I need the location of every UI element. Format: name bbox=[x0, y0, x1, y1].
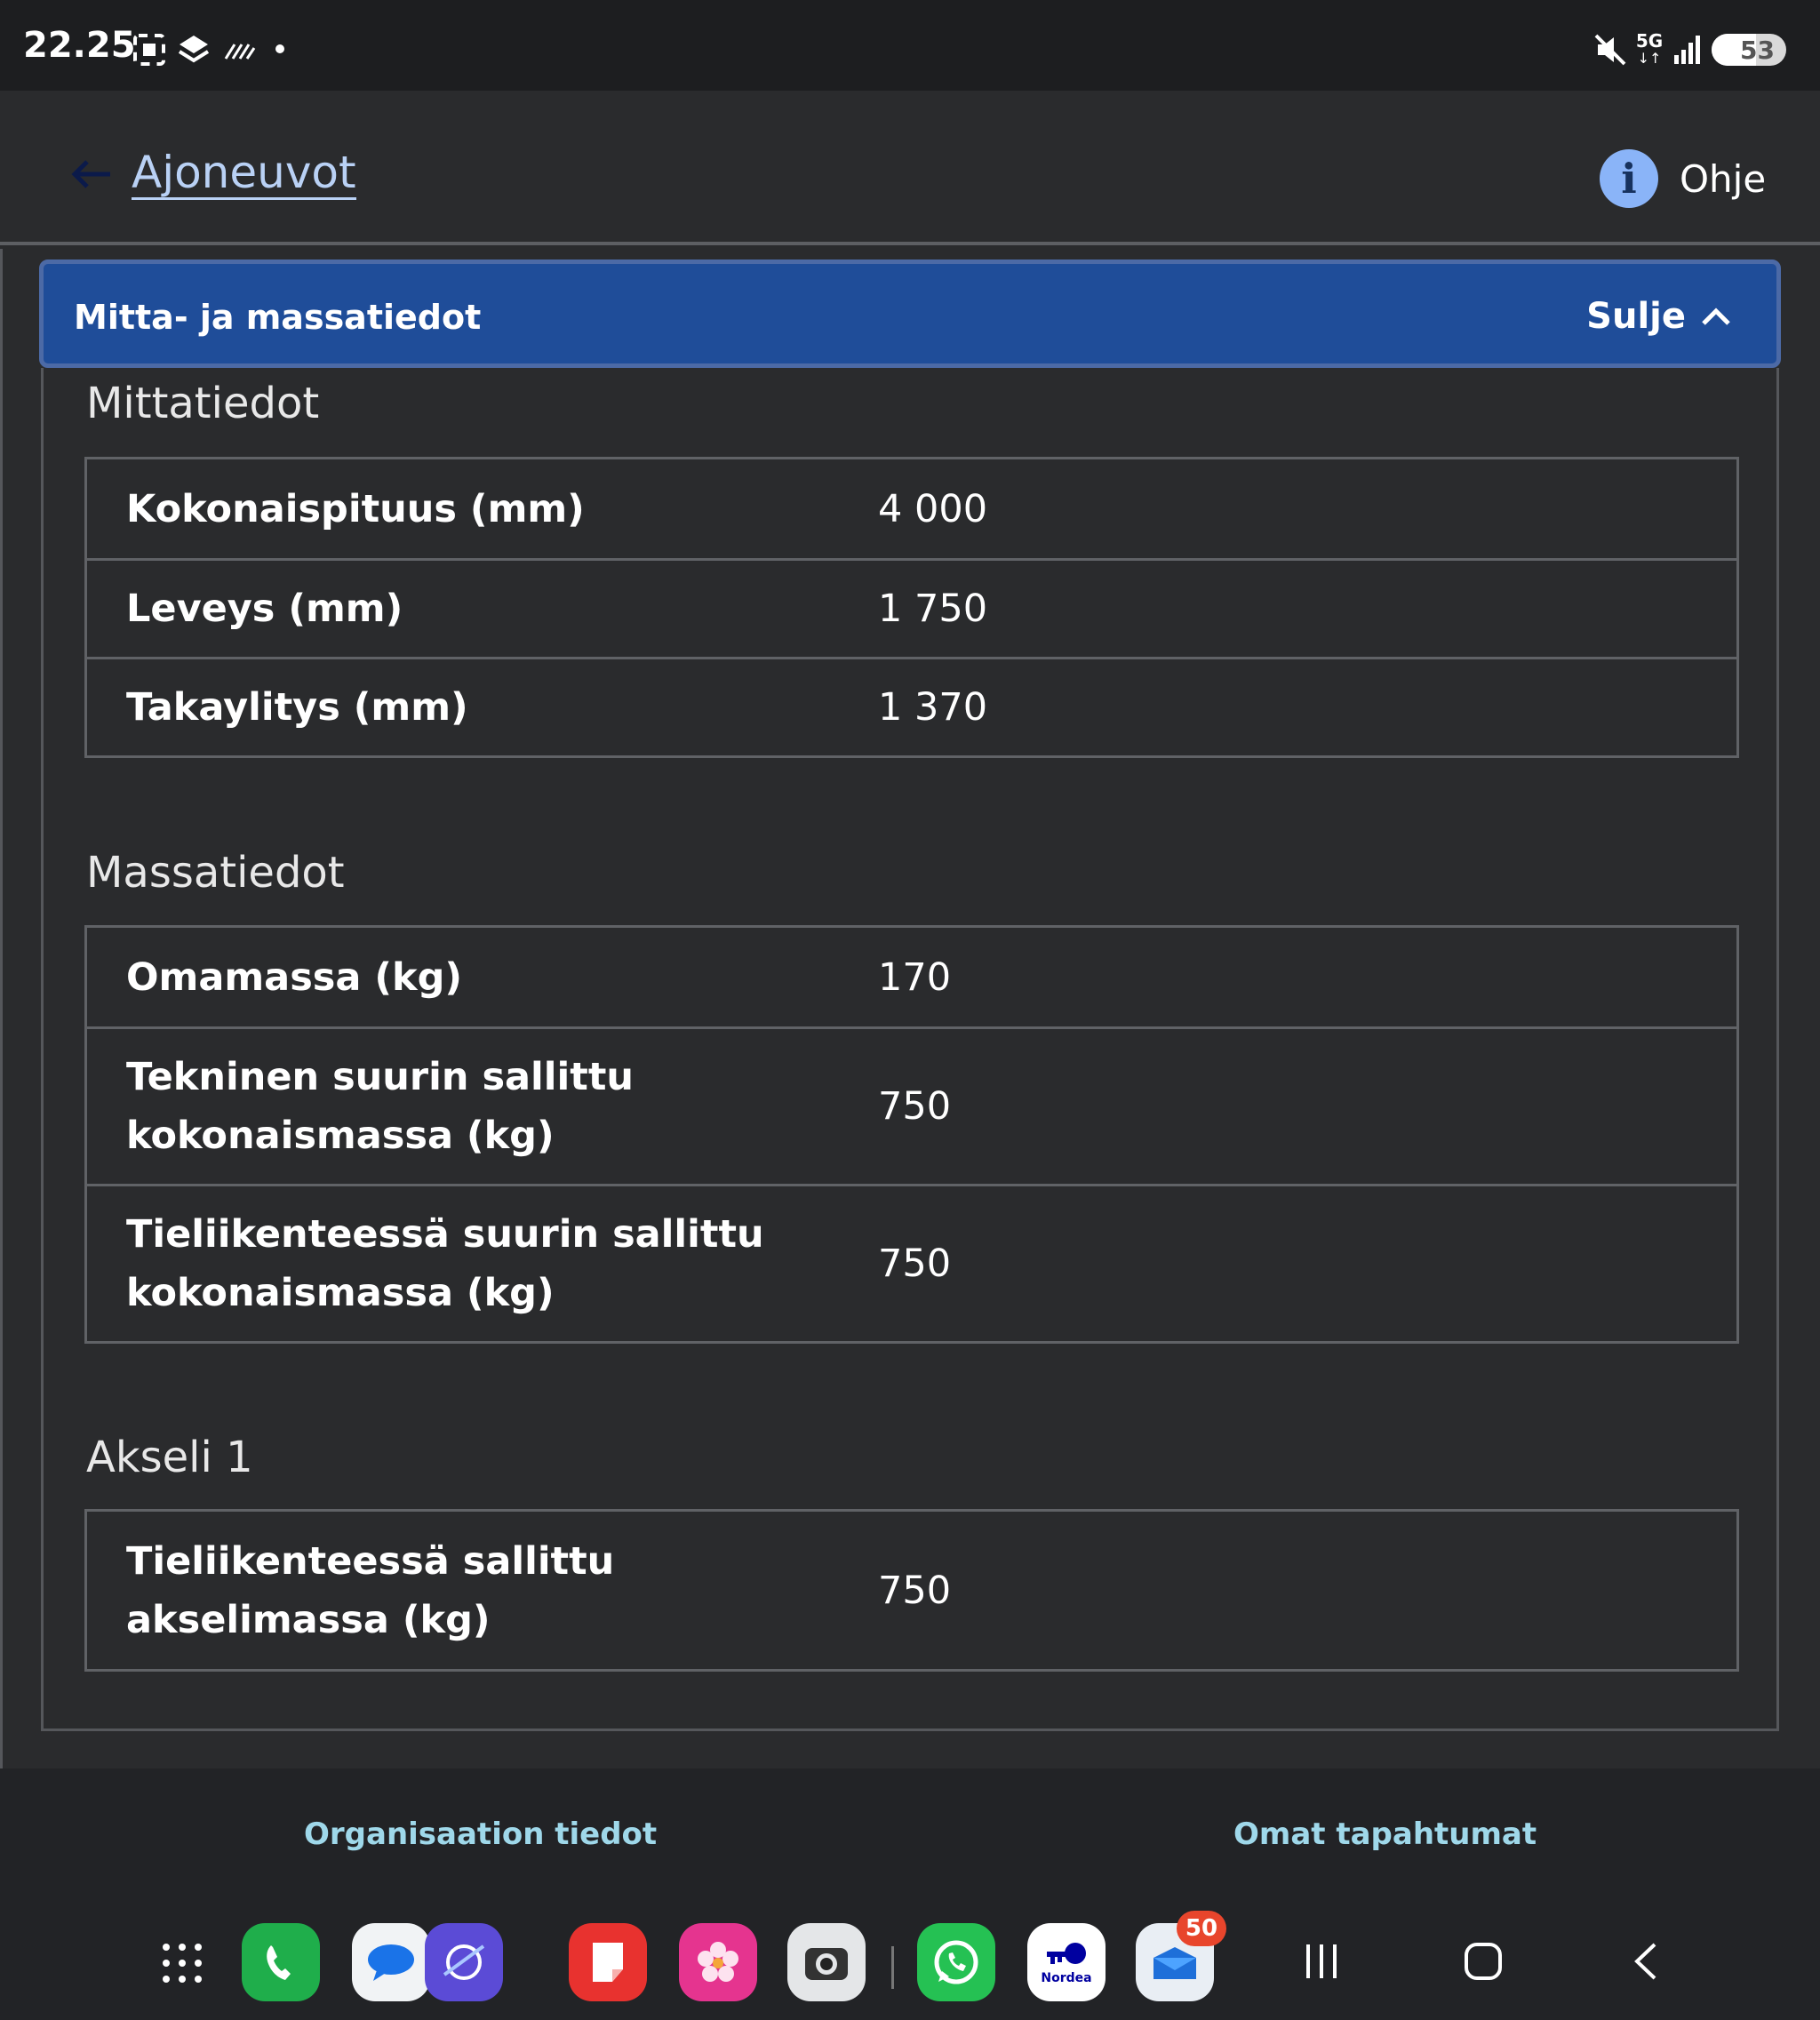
table-row: Omamassa (kg) 170 bbox=[87, 928, 1736, 1026]
accordion-title: Mitta- ja massatiedot bbox=[74, 298, 482, 337]
app-bar: Ajoneuvot i Ohje bbox=[0, 91, 1820, 245]
navigation-dock: Nordea 50 bbox=[0, 1900, 1820, 2020]
whatsapp-app-icon[interactable] bbox=[917, 1923, 995, 2001]
row-value: 1 370 bbox=[878, 685, 988, 730]
accordion-header[interactable]: Mitta- ja massatiedot Sulje bbox=[39, 259, 1781, 368]
network-type: 5G ↓↑ bbox=[1635, 30, 1664, 67]
accordion-close-button[interactable]: Sulje bbox=[1586, 296, 1732, 337]
section-title-dimensions: Mittatiedot bbox=[86, 379, 320, 428]
back-link[interactable]: Ajoneuvot bbox=[69, 148, 356, 200]
battery-indicator: 53 bbox=[1712, 34, 1786, 66]
footer-link-organisation[interactable]: Organisaation tiedot bbox=[304, 1816, 657, 1852]
notification-dot bbox=[275, 44, 284, 53]
row-label: Kokonaispituus (mm) bbox=[126, 486, 585, 531]
gallery-app-icon[interactable] bbox=[679, 1923, 757, 2001]
recent-apps-icon[interactable] bbox=[1301, 1941, 1342, 1982]
status-time: 22.25 bbox=[23, 25, 136, 66]
table-row: Tekninen suurin sallittu kokonaismassa (… bbox=[87, 1026, 1736, 1184]
home-icon[interactable] bbox=[1463, 1941, 1504, 1982]
row-value: 750 bbox=[878, 1084, 952, 1129]
row-value: 1 750 bbox=[878, 587, 988, 631]
footer: Organisaation tiedot Omat tapahtumat bbox=[0, 1768, 1820, 1900]
row-value: 170 bbox=[878, 954, 952, 1000]
back-nav-icon[interactable] bbox=[1630, 1941, 1662, 1982]
accordion-body: Mittatiedot Kokonaispituus (mm) 4 000 Le… bbox=[41, 368, 1779, 1731]
row-label: Tieliikenteessä suurin sallittu kokonais… bbox=[126, 1212, 764, 1315]
app-drawer-icon[interactable] bbox=[160, 1941, 204, 1985]
camera-app-icon[interactable] bbox=[787, 1923, 866, 2001]
email-app-icon[interactable]: 50 bbox=[1136, 1911, 1226, 2001]
info-icon: i bbox=[1600, 149, 1658, 208]
mute-icon bbox=[1594, 34, 1626, 66]
row-label: Omamassa (kg) bbox=[126, 954, 463, 1000]
nordea-label: Nordea bbox=[1041, 1971, 1092, 1985]
section-title-mass: Massatiedot bbox=[86, 848, 345, 898]
row-value: 750 bbox=[878, 1568, 952, 1613]
signal-lines-icon bbox=[224, 44, 256, 60]
row-label: Tekninen suurin sallittu kokonaismassa (… bbox=[126, 1055, 634, 1158]
messages-app-icon[interactable] bbox=[352, 1923, 430, 2001]
axle-table: Tieliikenteessä sallittu akselimassa (kg… bbox=[84, 1509, 1739, 1672]
phone-app-icon[interactable] bbox=[242, 1923, 320, 2001]
table-row: Tieliikenteessä suurin sallittu kokonais… bbox=[87, 1184, 1736, 1341]
table-row: Tieliikenteessä sallittu akselimassa (kg… bbox=[87, 1512, 1736, 1669]
notes-app-icon[interactable] bbox=[569, 1923, 647, 2001]
help-label: Ohje bbox=[1680, 156, 1767, 201]
content-area: Mitta- ja massatiedot Sulje Mittatiedot … bbox=[0, 249, 1820, 1768]
arrow-left-icon bbox=[71, 159, 110, 188]
help-button[interactable]: i Ohje bbox=[1600, 149, 1766, 208]
signal-bars-icon bbox=[1674, 36, 1700, 64]
close-label: Sulje bbox=[1586, 296, 1686, 337]
footer-link-events[interactable]: Omat tapahtumat bbox=[1233, 1816, 1537, 1852]
internet-app-icon[interactable] bbox=[425, 1923, 503, 2001]
screenshot-icon bbox=[133, 34, 165, 66]
row-label: Leveys (mm) bbox=[126, 587, 403, 631]
table-row: Kokonaispituus (mm) 4 000 bbox=[87, 459, 1736, 558]
row-label: Takaylitys (mm) bbox=[126, 685, 468, 730]
back-link-label: Ajoneuvot bbox=[132, 147, 356, 200]
email-badge: 50 bbox=[1177, 1911, 1226, 1946]
row-value: 750 bbox=[878, 1242, 952, 1286]
layers-icon bbox=[178, 36, 210, 63]
mass-table: Omamassa (kg) 170 Tekninen suurin sallit… bbox=[84, 925, 1739, 1344]
table-row: Leveys (mm) 1 750 bbox=[87, 558, 1736, 657]
status-bar: 22.25 5G ↓↑ 53 bbox=[0, 0, 1820, 91]
row-label: Tieliikenteessä sallittu akselimassa (kg… bbox=[126, 1538, 615, 1642]
table-row: Takaylitys (mm) 1 370 bbox=[87, 657, 1736, 755]
nordea-app-icon[interactable]: Nordea bbox=[1027, 1923, 1106, 2001]
row-value: 4 000 bbox=[878, 486, 988, 531]
section-title-axle: Akseli 1 bbox=[86, 1433, 253, 1482]
dimensions-table: Kokonaispituus (mm) 4 000 Leveys (mm) 1 … bbox=[84, 457, 1739, 758]
chevron-up-icon bbox=[1702, 307, 1730, 325]
